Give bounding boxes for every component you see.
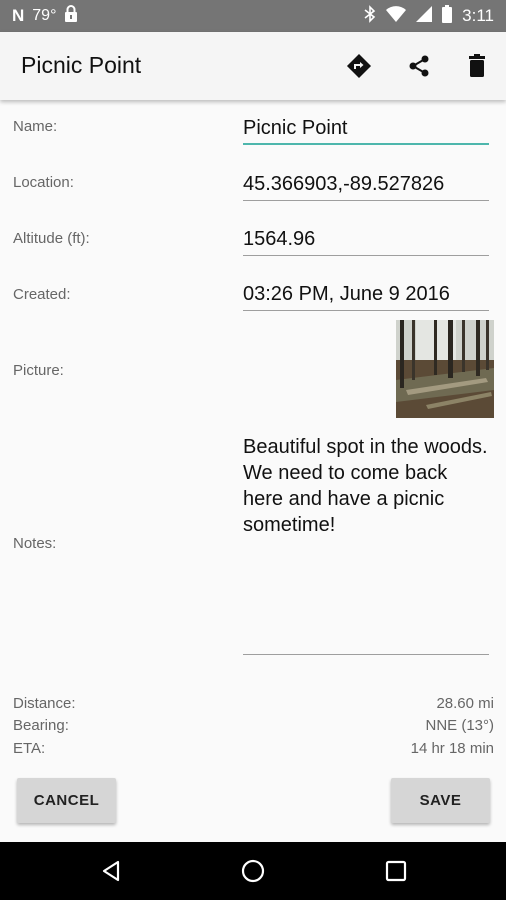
- bearing-label: Bearing:: [13, 717, 69, 734]
- home-icon[interactable]: [238, 856, 268, 886]
- created-label: Created:: [13, 286, 71, 303]
- wifi-icon: [386, 5, 407, 27]
- clock: 3:11: [462, 6, 494, 25]
- n-logo-icon: N: [12, 6, 25, 25]
- cancel-button[interactable]: CANCEL: [17, 778, 116, 823]
- altitude-label: Altitude (ft):: [13, 230, 90, 247]
- back-icon[interactable]: [96, 856, 126, 886]
- delete-icon[interactable]: [461, 50, 493, 82]
- lock-icon: [64, 5, 78, 27]
- directions-icon[interactable]: [343, 50, 375, 82]
- signal-icon: [416, 5, 433, 27]
- app-bar: Picnic Point: [0, 32, 506, 100]
- battery-icon: [442, 4, 453, 28]
- status-bar-left: N 79°: [12, 0, 78, 32]
- navigation-bar: [0, 842, 506, 900]
- eta-value: 14 hr 18 min: [410, 740, 494, 757]
- share-icon[interactable]: [403, 50, 435, 82]
- distance-value: 28.60 mi: [436, 695, 494, 712]
- name-field[interactable]: Picnic Point: [243, 111, 489, 145]
- distance-label: Distance:: [13, 695, 76, 712]
- status-bar: N 79° 3:11: [0, 0, 506, 32]
- notes-field[interactable]: Beautiful spot in the woods. We need to …: [243, 434, 489, 655]
- eta-label: ETA:: [13, 740, 46, 757]
- location-field[interactable]: 45.366903,-89.527826: [243, 167, 489, 201]
- save-button[interactable]: SAVE: [391, 778, 490, 823]
- name-label: Name:: [13, 118, 58, 135]
- location-label: Location:: [13, 174, 74, 191]
- temperature: 79°: [32, 7, 57, 24]
- bluetooth-icon: [364, 4, 376, 28]
- bearing-value: NNE (13°): [425, 717, 494, 734]
- altitude-field[interactable]: 1564.96: [243, 222, 489, 256]
- page-title: Picnic Point: [21, 52, 142, 78]
- recents-icon[interactable]: [381, 856, 411, 886]
- picture-label: Picture:: [13, 362, 64, 379]
- status-bar-right: 3:11: [364, 0, 494, 32]
- picture-thumbnail[interactable]: [396, 320, 494, 418]
- created-field[interactable]: 03:26 PM, June 9 2016: [243, 277, 489, 311]
- notes-label: Notes:: [13, 535, 57, 552]
